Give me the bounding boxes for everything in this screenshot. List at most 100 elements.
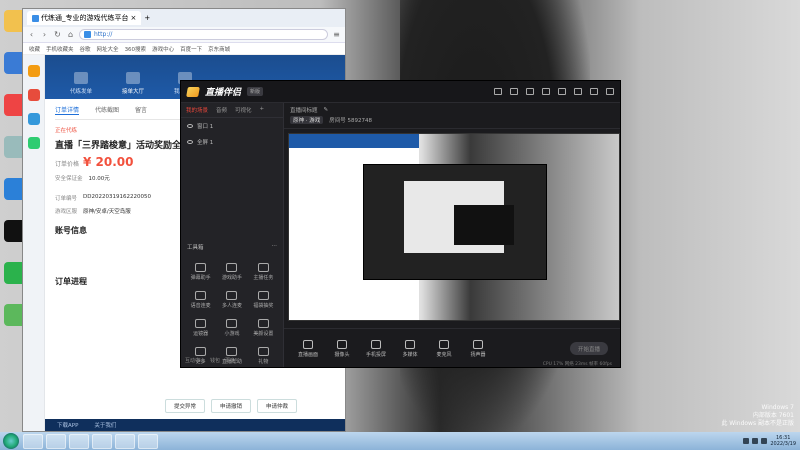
menu-icon[interactable]: ≡ xyxy=(332,30,341,39)
tool-label: 多人连麦 xyxy=(221,303,242,309)
tab-messages[interactable]: 留言 xyxy=(135,105,147,115)
url-text: http:// xyxy=(94,31,113,38)
fav-item[interactable]: 手机收藏夹 xyxy=(46,45,74,53)
start-button[interactable] xyxy=(3,433,19,449)
taskbar-stream-app-icon[interactable] xyxy=(115,433,135,449)
help-icon xyxy=(226,347,238,356)
eye-icon[interactable] xyxy=(187,140,193,144)
add-scene-icon[interactable]: + xyxy=(260,106,265,114)
back-icon[interactable]: ‹ xyxy=(27,30,36,39)
control-label: 摄像头 xyxy=(334,351,350,358)
order-price: ¥ 20.00 xyxy=(83,155,134,169)
close-icon[interactable] xyxy=(606,88,614,95)
app-logo-text: 直播伴侣 xyxy=(205,88,242,98)
order-no-label: 订单编号 xyxy=(55,196,78,202)
sidebar-app-icon[interactable] xyxy=(27,137,40,149)
clock[interactable]: 16:31 2022/3/19 xyxy=(770,435,796,447)
game-icon xyxy=(226,263,238,272)
watermark-line1: Windows 7 xyxy=(761,404,794,411)
fav-item[interactable]: 收藏 xyxy=(29,45,40,53)
volume-icon[interactable] xyxy=(752,438,759,444)
room-title[interactable]: 直播间标题 xyxy=(290,106,318,114)
edit-icon[interactable]: ✎ xyxy=(324,107,329,113)
scene-label: 全屏 1 xyxy=(197,140,214,146)
tool-item[interactable]: 美颜设置 xyxy=(248,319,279,337)
sidebar-app-icon[interactable] xyxy=(27,89,40,101)
minimize-icon[interactable] xyxy=(574,88,582,95)
scene-item[interactable]: 全屏 1 xyxy=(181,134,283,150)
control-item[interactable]: 扬声器 xyxy=(466,339,490,358)
network-icon[interactable] xyxy=(743,438,750,444)
control-item[interactable]: 手机投屏 xyxy=(364,339,388,358)
fav-item[interactable]: 百度一下 xyxy=(180,45,202,53)
lock-icon[interactable] xyxy=(510,88,518,95)
fav-item[interactable]: 网址大全 xyxy=(97,45,119,53)
start-live-button[interactable]: 开始直播 xyxy=(569,342,608,355)
new-tab-icon[interactable]: + xyxy=(144,14,150,22)
favicon-icon xyxy=(32,14,39,22)
record-icon[interactable] xyxy=(526,88,534,95)
control-item[interactable]: 直播画面 xyxy=(296,339,320,358)
eye-icon[interactable] xyxy=(187,124,193,128)
refresh-icon[interactable]: ↻ xyxy=(53,30,62,39)
scene-item[interactable]: 窗口 1 xyxy=(181,118,283,134)
tab-order-detail[interactable]: 订单详情 xyxy=(55,105,80,115)
maximize-icon[interactable] xyxy=(590,88,598,95)
forward-icon[interactable]: › xyxy=(40,30,49,39)
tool-item[interactable]: 小游戏 xyxy=(216,319,247,337)
settings-icon[interactable] xyxy=(542,88,550,95)
nav-item-icon xyxy=(74,72,88,84)
tool-item[interactable]: 福袋抽奖 xyxy=(248,291,279,309)
tool-item[interactable]: 游戏助手 xyxy=(216,263,247,281)
tool-item[interactable]: 多人连麦 xyxy=(216,291,247,309)
tool-label: 弹幕助手 xyxy=(190,275,211,281)
tool-item[interactable]: 弹幕助手 xyxy=(185,263,216,281)
taskbar-browser-icon[interactable] xyxy=(92,433,112,449)
gift-icon[interactable] xyxy=(494,88,502,95)
left-footer[interactable]: 互动中心 钱包 更多 xyxy=(185,357,279,364)
nav-item[interactable]: 接单大厅 xyxy=(113,72,153,95)
tool-item[interactable]: 语音连麦 xyxy=(185,291,216,309)
fav-item[interactable]: 谷歌 xyxy=(80,45,91,53)
performance-status: CPU 17% 网络 23ms 帧率 60fps xyxy=(542,362,612,367)
tool-item[interactable]: 主播任务 xyxy=(248,263,279,281)
sidebar-app-icon[interactable] xyxy=(27,113,40,125)
control-item[interactable]: 麦克风 xyxy=(432,339,456,358)
footer-link[interactable]: 关于我们 xyxy=(94,421,116,429)
live-preview[interactable] xyxy=(288,133,620,321)
home-icon[interactable]: ⌂ xyxy=(66,30,75,39)
tool-label: 美颜设置 xyxy=(253,331,274,337)
url-input[interactable]: http:// xyxy=(79,29,328,40)
nav-item[interactable]: 代练发单 xyxy=(61,72,101,95)
control-item[interactable]: 多媒体 xyxy=(398,339,422,358)
share-icon[interactable] xyxy=(558,88,566,95)
request-cancel-button[interactable]: 申请撤销 xyxy=(211,399,252,413)
taskbar-ie-icon[interactable] xyxy=(23,433,43,449)
order-no: DD20220319162220050 xyxy=(83,194,151,200)
sidebar-app-icon[interactable] xyxy=(27,65,40,77)
minigame-icon xyxy=(226,319,238,328)
taskbar-explorer-icon[interactable] xyxy=(46,433,66,449)
speaker-icon xyxy=(473,339,483,349)
footer-link[interactable]: 下载APP xyxy=(57,421,78,429)
room-category-tag[interactable]: 原神 · 游戏 xyxy=(290,116,324,124)
tab-visual[interactable]: 可视化 xyxy=(235,106,252,114)
tab-audio[interactable]: 音频 xyxy=(216,106,227,114)
fav-item[interactable]: 360搜索 xyxy=(125,45,147,53)
control-label: 扬声器 xyxy=(470,351,486,358)
report-abnormal-button[interactable]: 提交异常 xyxy=(165,399,206,413)
taskbar-app-icon[interactable] xyxy=(69,433,89,449)
close-icon[interactable]: × xyxy=(131,14,137,22)
fav-item[interactable]: 游戏中心 xyxy=(152,45,174,53)
stream-app-window[interactable]: 直播伴侣 新版 我的场景 音频 可视化 + 窗口 1 全屏 1 工具箱 ⋯ 弹幕… xyxy=(180,80,621,368)
tab-scenes[interactable]: 我的场景 xyxy=(186,106,208,114)
control-item[interactable]: 摄像头 xyxy=(330,339,354,358)
browser-tab[interactable]: 代练通_专业的游戏代练平台 × xyxy=(27,11,142,25)
taskbar-app-icon[interactable] xyxy=(138,433,158,449)
request-arbitration-button[interactable]: 申请仲裁 xyxy=(257,399,298,413)
more-icon[interactable]: ⋯ xyxy=(272,243,278,251)
fav-item[interactable]: 京东商城 xyxy=(208,45,230,53)
input-method-icon[interactable] xyxy=(761,438,768,444)
tool-item[interactable]: 运镜器 xyxy=(185,319,216,337)
tab-screenshots[interactable]: 代练截图 xyxy=(95,105,119,115)
